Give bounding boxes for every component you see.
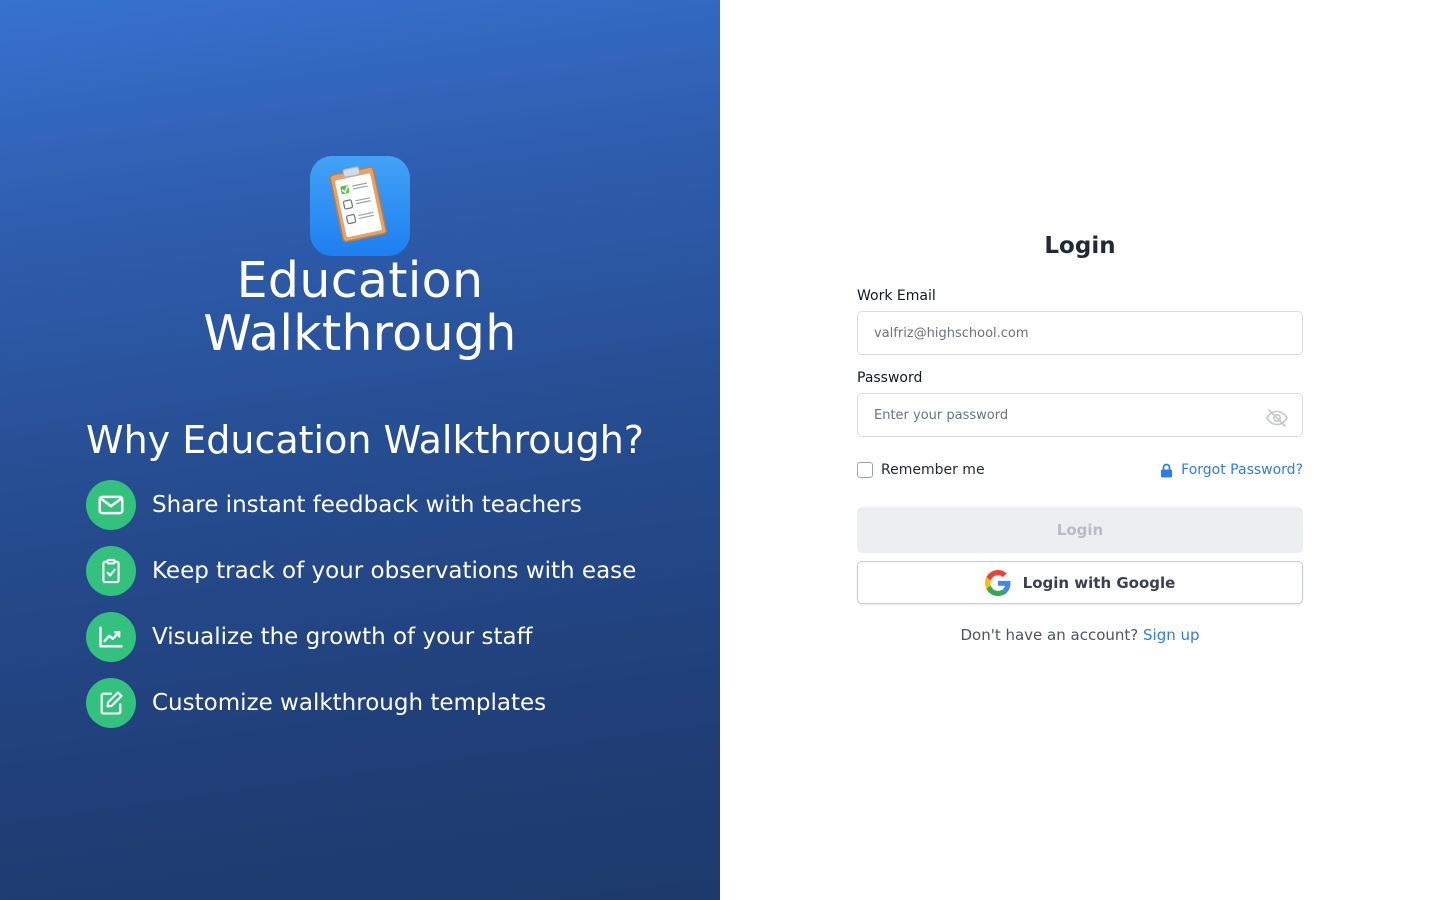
mail-icon [86, 480, 136, 530]
email-label: Work Email [857, 288, 936, 304]
signup-prompt-text: Don't have an account? [960, 626, 1144, 644]
feature-item-templates: Customize walkthrough templates [86, 678, 546, 728]
google-login-label: Login with Google [1022, 573, 1176, 592]
edit-template-icon [86, 678, 136, 728]
feature-item-observations: Keep track of your observations with eas… [86, 546, 636, 596]
app-logo [310, 156, 410, 256]
password-label: Password [857, 370, 923, 386]
forgot-password-link[interactable]: Forgot Password? [1160, 462, 1303, 478]
eye-off-icon[interactable] [1265, 406, 1289, 430]
feature-label: Share instant feedback with teachers [152, 492, 582, 518]
feature-item-feedback: Share instant feedback with teachers [86, 480, 582, 530]
app-title-line-2: Walkthrough [203, 305, 517, 362]
feature-label: Customize walkthrough templates [152, 690, 547, 716]
google-icon [984, 569, 1011, 596]
remember-me: Remember me [857, 462, 985, 478]
feature-label: Keep track of your observations with eas… [152, 558, 637, 584]
email-input[interactable] [857, 311, 1303, 355]
remember-me-label[interactable]: Remember me [881, 462, 985, 478]
app-title: Education Walkthrough [0, 254, 720, 360]
feature-item-growth: Visualize the growth of your staff [86, 612, 532, 662]
password-input[interactable] [857, 393, 1303, 437]
login-title: Login [1044, 233, 1116, 259]
lock-icon [1161, 463, 1173, 477]
signup-prompt: Don't have an account? Sign up [857, 626, 1303, 644]
google-login-button[interactable]: Login with Google [857, 561, 1303, 604]
promo-panel: Education Walkthrough Why Education Walk… [0, 0, 720, 900]
clipboard-checklist-icon [329, 166, 387, 243]
remember-me-checkbox[interactable] [857, 462, 873, 478]
clipboard-check-icon [86, 546, 136, 596]
app-title-line-1: Education [236, 252, 484, 309]
growth-chart-icon [86, 612, 136, 662]
signup-link[interactable]: Sign up [1143, 626, 1200, 644]
feature-label: Visualize the growth of your staff [152, 624, 533, 650]
forgot-password-label: Forgot Password? [1181, 462, 1303, 478]
login-button[interactable]: Login [857, 507, 1303, 553]
why-heading: Why Education Walkthrough? [86, 418, 644, 462]
